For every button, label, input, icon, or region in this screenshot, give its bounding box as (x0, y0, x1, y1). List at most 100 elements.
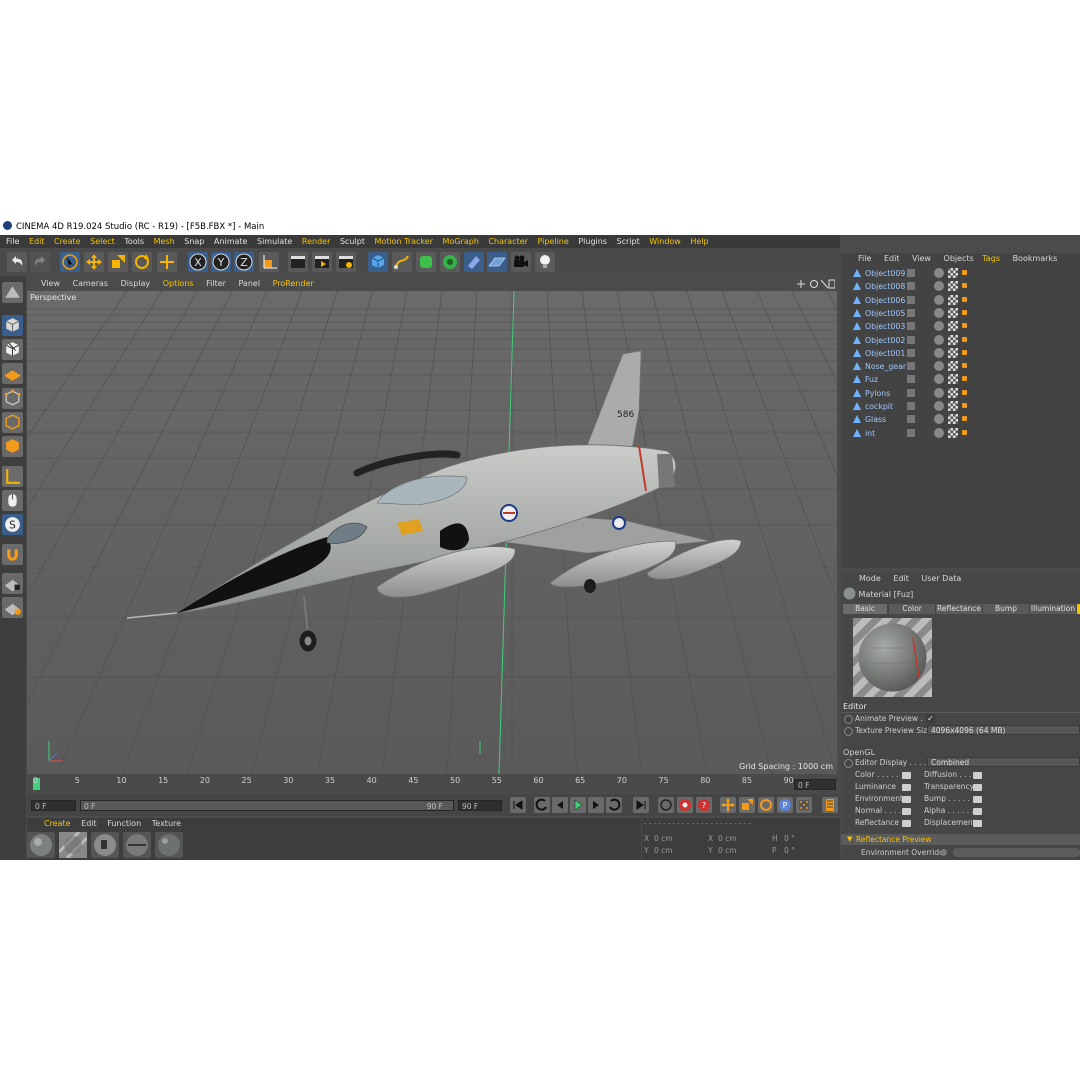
material-tag-icon[interactable] (962, 429, 967, 435)
phong-tag-icon[interactable] (934, 334, 944, 345)
material-tag-icon[interactable] (962, 283, 967, 289)
visibility-toggle[interactable] (907, 322, 915, 331)
cube-primitive-button[interactable] (368, 252, 388, 272)
phong-tag-icon[interactable] (934, 307, 944, 318)
texture-tag-icon[interactable] (948, 361, 958, 372)
redo-button[interactable] (30, 252, 50, 272)
menu-script[interactable]: Script (617, 237, 640, 246)
phong-tag-icon[interactable] (934, 321, 944, 332)
menu-simulate[interactable]: Simulate (257, 237, 292, 246)
rotation-p-value[interactable]: 0 ° (784, 846, 834, 855)
object-row[interactable]: Object005 (845, 307, 1080, 320)
tab-reflectance[interactable]: Reflectance (936, 604, 982, 614)
menu-snap[interactable]: Snap (184, 237, 204, 246)
phong-tag-icon[interactable] (934, 374, 944, 385)
floor-button[interactable] (487, 252, 507, 272)
visibility-toggle[interactable] (907, 282, 915, 291)
material-swatch-2[interactable] (57, 830, 89, 860)
key-point-level-button[interactable] (796, 797, 812, 813)
menu-animate[interactable]: Animate (214, 237, 248, 246)
subdivision-surface-button[interactable] (416, 252, 436, 272)
texture-tag-icon[interactable] (948, 334, 958, 345)
texture-tag-icon[interactable] (948, 321, 958, 332)
texture-preview-radio[interactable] (844, 727, 853, 736)
object-row[interactable]: Object006 (845, 294, 1080, 307)
coordinate-system-button[interactable] (259, 252, 279, 272)
material-tag-icon[interactable] (962, 323, 967, 329)
visibility-toggle[interactable] (907, 269, 915, 277)
visibility-toggle[interactable] (907, 375, 915, 384)
viewport-menu-cameras[interactable]: Cameras (73, 279, 109, 288)
visibility-toggle[interactable] (907, 335, 915, 344)
lock-workplane-button[interactable] (2, 573, 23, 594)
object-row[interactable]: int (845, 427, 1080, 440)
material-tag-icon[interactable] (962, 416, 967, 422)
phong-tag-icon[interactable] (934, 414, 944, 425)
camera-button[interactable] (511, 252, 531, 272)
object-row[interactable]: Object008 (845, 280, 1080, 293)
visibility-toggle[interactable] (907, 295, 915, 304)
position-x-value[interactable]: 0 cm (654, 834, 704, 843)
render-settings-button[interactable] (336, 252, 356, 272)
material-swatch-3[interactable] (91, 832, 119, 858)
visibility-toggle[interactable] (907, 388, 915, 397)
viewport-menu-display[interactable]: Display (121, 279, 151, 288)
go-to-start-button[interactable] (510, 797, 526, 813)
object-row[interactable]: Nose_gear (845, 360, 1080, 373)
channel-checkbox[interactable] (973, 784, 982, 791)
menu-select[interactable]: Select (90, 237, 115, 246)
channel-checkbox[interactable] (973, 820, 982, 827)
viewport-menu-panel[interactable]: Panel (238, 279, 260, 288)
points-mode-button[interactable] (2, 388, 23, 409)
live-selection-button[interactable] (60, 252, 80, 272)
material-tag-icon[interactable] (962, 309, 967, 315)
undo-button[interactable] (7, 252, 27, 272)
object-row[interactable]: Object002 (845, 334, 1080, 347)
menu-edit[interactable]: Edit (29, 237, 45, 246)
tab-color[interactable]: Color (889, 604, 935, 614)
channel-checkbox[interactable] (902, 820, 911, 827)
render-view-button[interactable] (288, 252, 308, 272)
menu-help[interactable]: Help (690, 237, 708, 246)
object-menu-edit[interactable]: Edit (884, 254, 900, 263)
previous-key-button[interactable] (534, 797, 550, 813)
max-frame-field[interactable]: 90 F (458, 800, 502, 811)
object-menu-tags[interactable]: Tags (982, 254, 1000, 263)
cloner-button[interactable] (440, 252, 460, 272)
phong-tag-icon[interactable] (934, 268, 944, 278)
reflectance-preview-bar[interactable]: ▼ Reflectance Preview (841, 834, 1080, 845)
frame-range-slider[interactable]: 0 F 90 F (80, 800, 454, 811)
channel-checkbox[interactable] (902, 772, 911, 779)
channel-checkbox[interactable] (973, 808, 982, 815)
environment-override-toggle[interactable] (940, 849, 947, 856)
visibility-toggle[interactable] (907, 362, 915, 371)
texture-tag-icon[interactable] (948, 294, 958, 305)
object-row[interactable]: Fuz (845, 373, 1080, 386)
visibility-toggle[interactable] (907, 308, 915, 317)
phong-tag-icon[interactable] (934, 401, 944, 411)
environment-override-field[interactable] (953, 848, 1080, 857)
texture-tag-icon[interactable] (948, 281, 958, 292)
material-tag-icon[interactable] (962, 403, 967, 408)
autokeying-button[interactable]: ? (696, 797, 712, 813)
workplane-button[interactable] (2, 363, 23, 384)
light-button[interactable] (535, 252, 555, 272)
go-to-end-button[interactable] (633, 797, 649, 813)
viewport-scene[interactable]: 586 (27, 291, 837, 774)
menu-character[interactable]: Character (488, 237, 528, 246)
snap-button[interactable] (2, 544, 23, 565)
menu-motion-tracker[interactable]: Motion Tracker (374, 237, 433, 246)
render-to-picture-viewer-button[interactable] (312, 252, 332, 272)
x-axis-button[interactable]: X (188, 252, 208, 272)
attribute-menu-user-data[interactable]: User Data (921, 574, 961, 583)
timeline-window-button[interactable] (822, 797, 838, 813)
scale-tool-button[interactable] (108, 252, 128, 272)
texture-mode-button[interactable] (2, 339, 23, 360)
visibility-toggle[interactable] (907, 402, 915, 410)
material-tag-icon[interactable] (962, 363, 967, 369)
menu-tools[interactable]: Tools (124, 237, 144, 246)
material-menu-edit[interactable]: Edit (81, 819, 97, 828)
phong-tag-icon[interactable] (934, 427, 944, 438)
rotate-tool-button[interactable] (132, 252, 152, 272)
timeline-ruler[interactable]: 0 5 10 15 20 25 30 35 40 45 50 55 60 65 70 75 80 85 90 0 F (27, 776, 837, 792)
